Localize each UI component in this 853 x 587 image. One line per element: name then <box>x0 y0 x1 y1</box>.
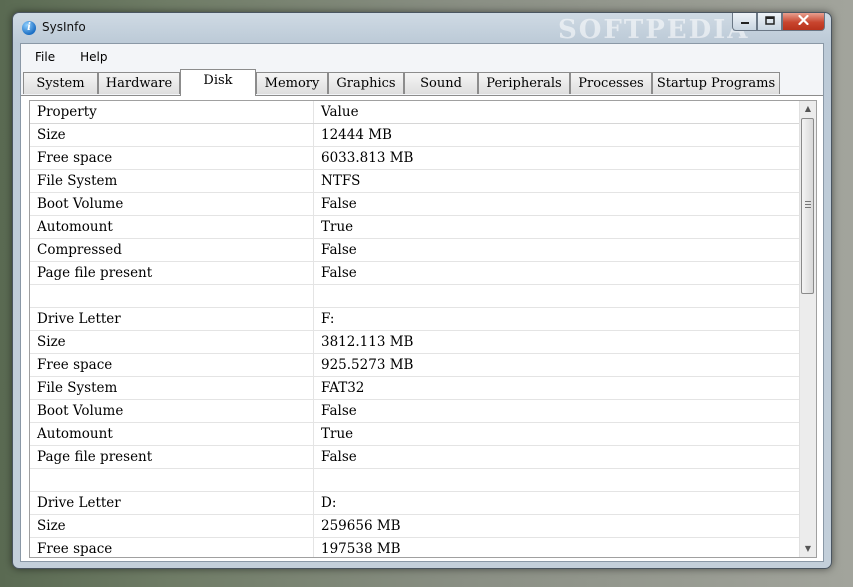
column-header-value[interactable]: Value <box>314 101 799 123</box>
property-cell: File System <box>30 377 314 399</box>
value-cell: False <box>321 196 357 212</box>
property-cell: Page file present <box>30 262 314 284</box>
tab-processes[interactable]: Processes <box>570 72 652 94</box>
table-row[interactable]: Automount True <box>30 216 799 239</box>
value-cell: 6033.813 MB <box>321 150 414 166</box>
table-row[interactable]: Size 12444 MB <box>30 124 799 147</box>
disk-info-grid[interactable]: Property Value Size 12444 MB Free space 603… <box>30 101 799 557</box>
value-cell: NTFS <box>321 173 361 189</box>
property-cell: Size <box>30 331 314 353</box>
table-row[interactable]: Compressed False <box>30 239 799 262</box>
property-cell: Size <box>30 124 314 146</box>
info-icon[interactable]: i <box>22 21 36 35</box>
disk-tab-panel: Property Value Size 12444 MB Free space 603… <box>29 100 817 558</box>
minimize-icon <box>740 15 750 28</box>
scroll-down-arrow-icon[interactable]: ▼ <box>800 541 816 557</box>
value-cell: F: <box>321 311 335 327</box>
value-cell: False <box>321 242 357 258</box>
scroll-thumb[interactable] <box>801 118 814 294</box>
menu-help[interactable]: Help <box>76 48 111 66</box>
property-cell: Drive Letter <box>30 308 314 330</box>
client-area: File Help System Hardware Disk Memory Gr… <box>20 43 824 562</box>
value-cell: True <box>321 426 354 442</box>
property-cell: Size <box>30 515 314 537</box>
value-cell: D: <box>321 495 337 511</box>
grid-header: Property Value <box>30 101 799 124</box>
value-cell: 3812.113 MB <box>321 334 414 350</box>
table-row[interactable]: Drive Letter D: <box>30 492 799 515</box>
property-cell: Page file present <box>30 446 314 468</box>
value-cell: 925.5273 MB <box>321 357 414 373</box>
property-cell: Boot Volume <box>30 193 314 215</box>
table-row[interactable]: Size 3812.113 MB <box>30 331 799 354</box>
table-row[interactable]: File System FAT32 <box>30 377 799 400</box>
value-cell <box>314 285 799 307</box>
property-cell: File System <box>30 170 314 192</box>
property-cell: Compressed <box>30 239 314 261</box>
table-row[interactable]: Free space 925.5273 MB <box>30 354 799 377</box>
property-cell: Free space <box>30 538 314 557</box>
property-cell: Drive Letter <box>30 492 314 514</box>
menu-file[interactable]: File <box>31 48 59 66</box>
tab-startup-programs[interactable]: Startup Programs <box>652 72 780 94</box>
window-title: SysInfo <box>42 20 86 34</box>
value-cell: False <box>321 265 357 281</box>
table-row[interactable] <box>30 469 799 492</box>
value-cell: 197538 MB <box>321 541 401 557</box>
table-row[interactable]: Size 259656 MB <box>30 515 799 538</box>
value-cell: FAT32 <box>321 380 365 396</box>
property-cell: Free space <box>30 354 314 376</box>
vertical-scrollbar[interactable]: ▲ ▼ <box>799 101 816 557</box>
value-cell: False <box>321 449 357 465</box>
app-window: i SysInfo SOFTPEDIA File Help System Har… <box>12 12 832 569</box>
maximize-icon <box>764 15 775 28</box>
property-cell: Automount <box>30 423 314 445</box>
softpedia-watermark: SOFTPEDIA <box>558 15 750 45</box>
table-row[interactable]: Free space 6033.813 MB <box>30 147 799 170</box>
minimize-button[interactable] <box>732 13 757 31</box>
tab-system[interactable]: System <box>23 72 98 94</box>
tab-strip: System Hardware Disk Memory Graphics Sou… <box>21 69 823 96</box>
tab-memory[interactable]: Memory <box>256 72 328 94</box>
property-cell <box>30 469 314 491</box>
scroll-up-arrow-icon[interactable]: ▲ <box>800 101 816 117</box>
property-cell: Boot Volume <box>30 400 314 422</box>
property-cell: Free space <box>30 147 314 169</box>
table-row[interactable]: Free space 197538 MB <box>30 538 799 557</box>
value-cell: 259656 MB <box>321 518 401 534</box>
tab-hardware[interactable]: Hardware <box>98 72 180 94</box>
close-icon <box>798 14 809 29</box>
table-row[interactable]: Page file present False <box>30 446 799 469</box>
value-cell: True <box>321 219 354 235</box>
grid-rows: Size 12444 MB Free space 6033.813 MB File Sy… <box>30 124 799 557</box>
table-row[interactable]: Page file present False <box>30 262 799 285</box>
value-cell: False <box>321 403 357 419</box>
table-row[interactable] <box>30 285 799 308</box>
table-row[interactable]: File System NTFS <box>30 170 799 193</box>
menu-bar: File Help <box>21 44 823 69</box>
table-row[interactable]: Automount True <box>30 423 799 446</box>
thumb-grip <box>805 201 811 208</box>
tab-sound[interactable]: Sound <box>404 72 478 94</box>
maximize-button[interactable] <box>757 13 782 31</box>
value-cell: 12444 MB <box>321 127 392 143</box>
caption-buttons <box>732 13 825 32</box>
property-cell <box>30 285 314 307</box>
tab-disk[interactable]: Disk <box>180 69 256 96</box>
title-bar[interactable]: i SysInfo SOFTPEDIA <box>13 13 831 45</box>
table-row[interactable]: Drive Letter F: <box>30 308 799 331</box>
table-row[interactable]: Boot Volume False <box>30 193 799 216</box>
tab-peripherals[interactable]: Peripherals <box>478 72 570 94</box>
close-button[interactable] <box>782 13 825 31</box>
value-cell <box>314 469 799 491</box>
column-header-property[interactable]: Property <box>30 101 314 123</box>
property-cell: Automount <box>30 216 314 238</box>
tab-graphics[interactable]: Graphics <box>328 72 404 94</box>
table-row[interactable]: Boot Volume False <box>30 400 799 423</box>
